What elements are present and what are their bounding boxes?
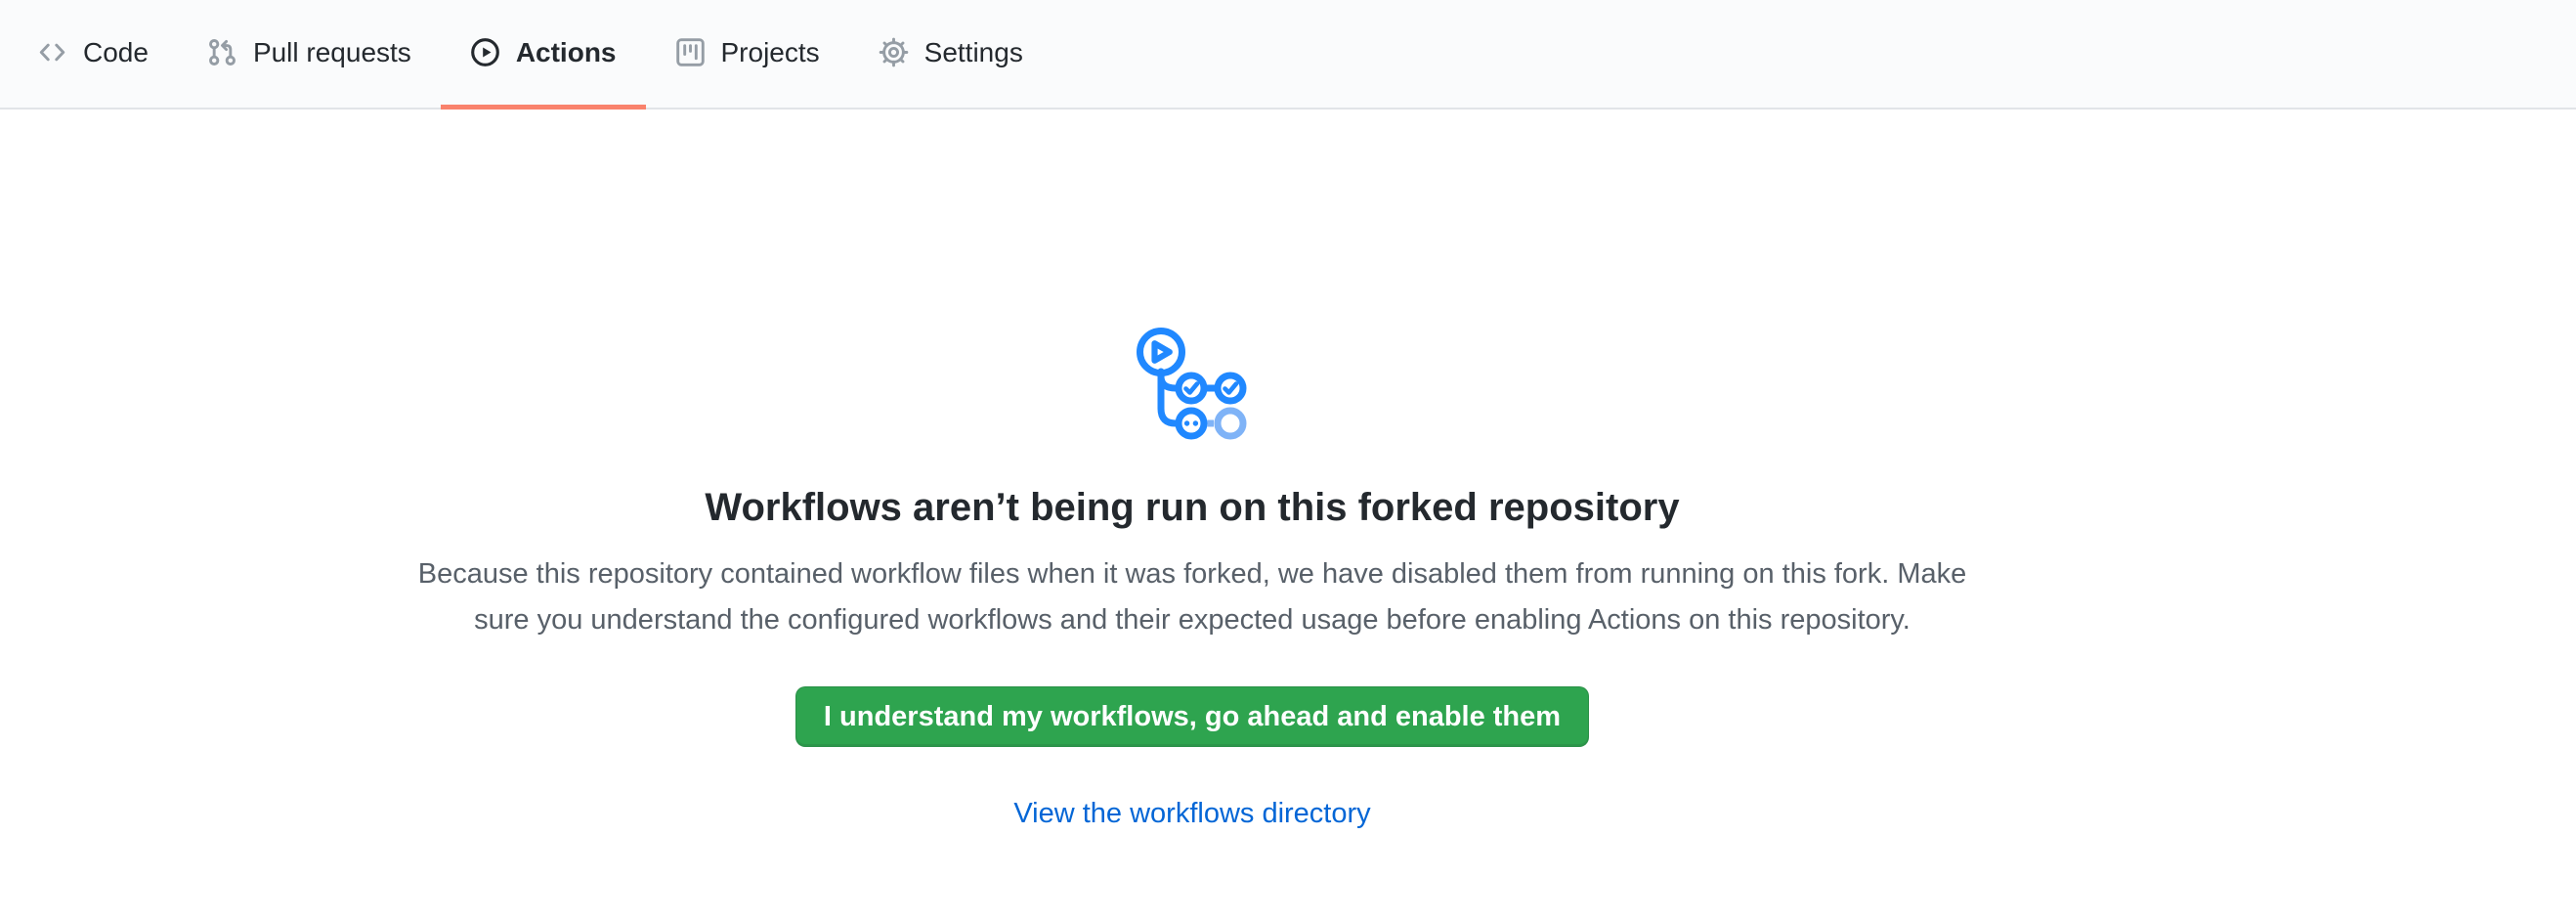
project-icon: [675, 37, 706, 67]
tab-label: Actions: [516, 39, 617, 66]
actions-blankslate: Workflows aren’t being run on this forke…: [391, 110, 1994, 830]
tab-label: Projects: [721, 39, 820, 66]
tab-projects[interactable]: Projects: [646, 0, 849, 110]
tab-pull-requests[interactable]: Pull requests: [178, 0, 441, 110]
git-pull-request-icon: [207, 37, 237, 67]
workflow-graph-icon: [391, 110, 1994, 440]
page-title: Workflows aren’t being run on this forke…: [391, 483, 1994, 532]
gear-icon: [879, 37, 909, 67]
tab-label: Pull requests: [253, 39, 411, 66]
tab-settings[interactable]: Settings: [849, 0, 1052, 110]
tab-actions[interactable]: Actions: [441, 0, 646, 110]
view-workflows-directory-link[interactable]: View the workflows directory: [1013, 798, 1370, 829]
blankslate-description: Because this repository contained workfl…: [401, 551, 1984, 643]
repo-tab-nav: Code Pull requests Actions: [0, 0, 2576, 110]
tab-label: Code: [83, 39, 149, 66]
tab-label: Settings: [924, 39, 1023, 66]
code-icon: [37, 37, 67, 67]
tab-code[interactable]: Code: [8, 0, 178, 110]
enable-workflows-button[interactable]: I understand my workflows, go ahead and …: [795, 686, 1589, 747]
play-circle-icon: [470, 37, 500, 67]
